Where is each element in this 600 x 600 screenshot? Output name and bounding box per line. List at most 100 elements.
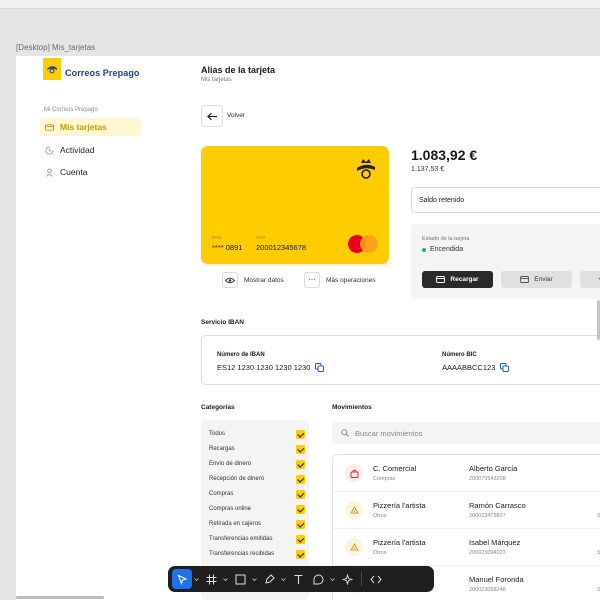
checkbox-checked-icon[interactable]: [296, 459, 305, 469]
comment-tool[interactable]: [308, 569, 328, 589]
shape-tool[interactable]: [230, 569, 250, 589]
category-label: Retirada en cajeros: [209, 521, 262, 527]
card-pan-label: PAN: [212, 235, 221, 240]
sidebar-item-mis-tarjetas[interactable]: Mis tarjetas: [40, 118, 141, 136]
text-icon: [294, 574, 302, 584]
correos-logo[interactable]: [43, 58, 61, 80]
checkbox-checked-icon[interactable]: [296, 504, 305, 514]
back-label[interactable]: Volver: [227, 112, 245, 119]
back-button[interactable]: [201, 105, 223, 127]
checkbox-checked-icon[interactable]: [296, 429, 305, 439]
category-row[interactable]: Recargas: [209, 443, 305, 455]
show-data-button[interactable]: Mostrar datos: [222, 271, 284, 289]
movement-name: Pizzería l'artista: [373, 501, 426, 510]
card-cvv: 200012345678: [256, 243, 307, 252]
more-operations-label: Más operaciones: [326, 276, 376, 284]
actions-tool[interactable]: [337, 569, 357, 589]
arrow-left-icon: [206, 112, 217, 120]
movement-row[interactable]: Pizzería l'artista Otros Ramón Carrasco …: [333, 492, 600, 529]
send-button[interactable]: Enviar: [501, 271, 572, 288]
frame-tool[interactable]: [201, 569, 221, 589]
category-row[interactable]: Todos: [209, 428, 305, 440]
pen-tool[interactable]: [259, 569, 279, 589]
app-frame: Correos Prepago Mi Correos Prepago Mis t…: [16, 56, 600, 600]
movement-category: Compras: [373, 476, 396, 482]
browser-top-bar: [0, 0, 600, 9]
search-placeholder: Buscar movimientos: [355, 428, 423, 438]
category-row[interactable]: Recepción de dinero: [209, 473, 305, 485]
movement-name: C. Comercial: [373, 464, 417, 473]
more-operations-button[interactable]: ⋯ Más operaciones: [304, 271, 376, 289]
show-data-label: Mostrar datos: [244, 276, 284, 284]
movement-category: Otros: [373, 513, 387, 519]
checkbox-checked-icon[interactable]: [296, 489, 305, 499]
recharge-label: Recargar: [450, 276, 479, 283]
category-row[interactable]: Envío de dinero: [209, 458, 305, 470]
horizontal-scrollbar[interactable]: [16, 596, 104, 599]
text-tool[interactable]: [288, 569, 308, 589]
category-row[interactable]: Transferencias emitidas: [209, 533, 305, 545]
category-row[interactable]: Transferencias recibidas: [209, 548, 305, 560]
bic-label: Número BIC: [442, 352, 477, 358]
iban-value: ES12 1230 1230 1230 1230: [217, 363, 311, 372]
extra-action-button[interactable]: +: [580, 271, 600, 288]
category-label: Envío de dinero: [209, 461, 252, 467]
prepaid-card[interactable]: PAN CVV **** 0891 200012345678: [201, 146, 389, 264]
iban-label: Número de IBAN: [217, 352, 265, 358]
send-label: Enviar: [534, 276, 553, 283]
movement-name: Pizzería l'artista: [373, 538, 426, 547]
bic-value: AAAABBCC123: [442, 363, 496, 372]
search-input[interactable]: Buscar movimientos: [332, 422, 600, 444]
category-label: Transferencias recibidas: [209, 551, 275, 557]
movement-ref: 200079543208: [469, 476, 506, 482]
shape-icon: [235, 574, 245, 584]
checkbox-checked-icon[interactable]: [296, 474, 305, 484]
category-row[interactable]: Compras online: [209, 503, 305, 515]
retained-balance-field[interactable]: Saldo retenido: [411, 187, 600, 213]
card-cvv-label: CVV: [256, 235, 266, 240]
move-tool[interactable]: [172, 569, 192, 589]
sidebar-item-cuenta[interactable]: Cuenta: [40, 163, 141, 181]
iban-value-row: ES12 1230 1230 1230 1230: [217, 363, 325, 372]
frame-label[interactable]: [Desktop] Mis_tarjetas: [16, 43, 95, 52]
recharge-button[interactable]: Recargar: [422, 271, 493, 288]
chevron-down-icon[interactable]: [221, 569, 230, 589]
food-icon: [345, 501, 363, 519]
checkbox-checked-icon[interactable]: [296, 534, 305, 544]
activity-icon: [45, 145, 54, 155]
category-label: Recepción de dinero: [209, 476, 265, 482]
pen-icon: [264, 573, 275, 584]
card-state-value[interactable]: Encendida: [422, 246, 463, 253]
checkbox-checked-icon[interactable]: [296, 519, 305, 529]
categories-title: Categorías: [201, 404, 235, 411]
mastercard-logo: [348, 235, 378, 253]
category-row[interactable]: Compras: [209, 488, 305, 500]
movement-ref: 200023479827: [469, 513, 506, 519]
movement-row[interactable]: C. Comercial Compras Alberto García 2000…: [333, 455, 600, 492]
chevron-down-icon[interactable]: [192, 569, 201, 589]
dev-mode-tool[interactable]: [366, 569, 386, 589]
user-icon: [45, 168, 54, 177]
chevron-down-icon[interactable]: [279, 569, 288, 589]
crown-horn-icon: [357, 159, 375, 179]
page-title: Alias de la tarjeta: [201, 65, 276, 75]
chevron-down-icon[interactable]: [328, 569, 337, 589]
movements-title: Movimientos: [332, 404, 372, 411]
status-dot-icon: [422, 247, 426, 252]
movement-person: Alberto García: [469, 464, 518, 473]
design-toolbar: [168, 566, 434, 592]
card-state-label: Estado de la tarjeta: [422, 236, 470, 242]
breadcrumb[interactable]: Mis tarjetas: [201, 77, 232, 83]
checkbox-checked-icon[interactable]: [296, 444, 305, 454]
copy-icon[interactable]: [315, 363, 325, 372]
checkbox-checked-icon[interactable]: [296, 549, 305, 559]
chevron-down-icon[interactable]: [250, 569, 259, 589]
comment-icon: [313, 574, 323, 584]
retained-balance-label: Saldo retenido: [419, 197, 465, 204]
movement-row[interactable]: Pizzería l'artista Otros Isabel Márquez …: [333, 529, 600, 566]
category-row[interactable]: Retirada en cajeros: [209, 518, 305, 530]
toolbar-divider: [361, 572, 362, 586]
category-label: Compras: [209, 491, 234, 497]
copy-icon[interactable]: [500, 363, 510, 372]
sidebar-item-actividad[interactable]: Actividad: [40, 141, 141, 159]
